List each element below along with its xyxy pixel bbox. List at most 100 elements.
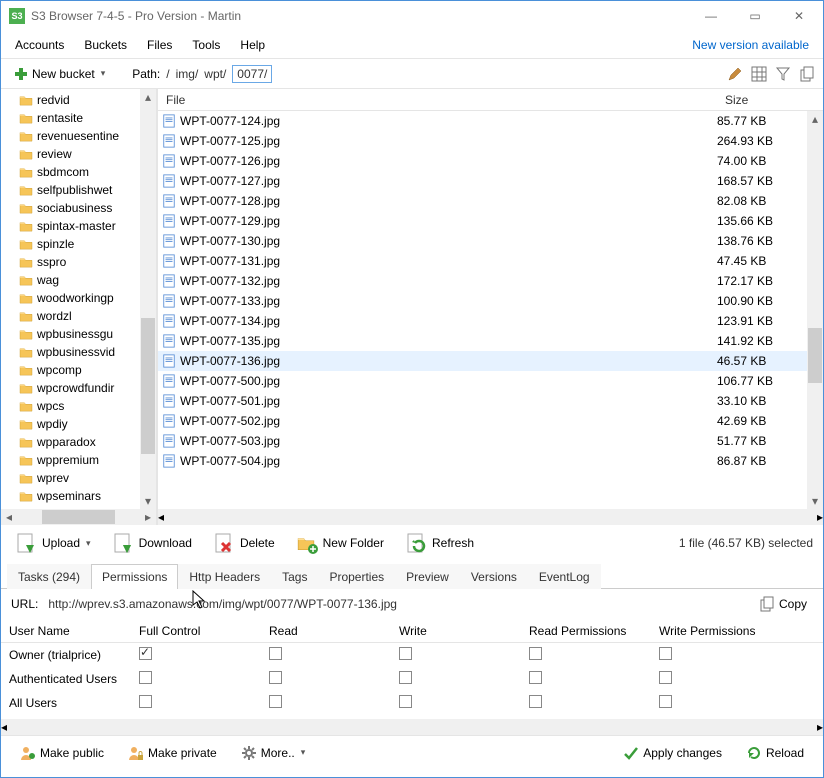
file-row[interactable]: WPT-0077-130.jpg138.76 KB [158,231,807,251]
checkbox[interactable] [529,695,542,708]
checkbox[interactable] [399,647,412,660]
file-row[interactable]: WPT-0077-136.jpg46.57 KB [158,351,807,371]
col-header-write-permissions[interactable]: Write Permissions [651,624,781,638]
col-header-read[interactable]: Read [261,624,391,638]
new-bucket-button[interactable]: New bucket ▾ [7,64,112,84]
file-row[interactable]: WPT-0077-128.jpg82.08 KB [158,191,807,211]
file-row[interactable]: WPT-0077-502.jpg42.69 KB [158,411,807,431]
col-header-write[interactable]: Write [391,624,521,638]
column-header-size[interactable]: Size [717,93,807,107]
file-row[interactable]: WPT-0077-133.jpg100.90 KB [158,291,807,311]
scroll-up-icon[interactable]: ▴ [807,111,823,127]
file-row[interactable]: WPT-0077-501.jpg33.10 KB [158,391,807,411]
permissions-hscrollbar[interactable]: ◂ ▸ [1,719,823,735]
attributes-icon[interactable] [749,64,769,84]
file-row[interactable]: WPT-0077-124.jpg85.77 KB [158,111,807,131]
delete-button[interactable]: Delete [203,528,284,558]
file-rows[interactable]: WPT-0077-124.jpg85.77 KBWPT-0077-125.jpg… [158,111,807,509]
checkbox[interactable] [399,695,412,708]
file-row[interactable]: WPT-0077-504.jpg86.87 KB [158,451,807,471]
path-segment[interactable]: 0077/ [232,65,272,83]
menu-files[interactable]: Files [137,34,182,56]
tab-versions[interactable]: Versions [460,564,528,589]
menu-buckets[interactable]: Buckets [74,34,137,56]
sidebar-item[interactable]: wprev [1,469,140,487]
checkbox[interactable] [659,647,672,660]
sidebar-item[interactable]: woodworkingp [1,289,140,307]
sidebar-item[interactable]: wag [1,271,140,289]
copy-url-button[interactable]: Copy [753,594,813,614]
checkbox[interactable] [659,695,672,708]
menu-help[interactable]: Help [230,34,275,56]
file-row[interactable]: WPT-0077-500.jpg106.77 KB [158,371,807,391]
make-public-button[interactable]: Make public [11,742,113,764]
refresh-button[interactable]: Refresh [395,528,483,558]
checkbox[interactable] [659,671,672,684]
tab-http-headers[interactable]: Http Headers [178,564,271,589]
path-segment[interactable]: wpt/ [204,67,226,81]
file-row[interactable]: WPT-0077-127.jpg168.57 KB [158,171,807,191]
sidebar-item[interactable]: spintax-master [1,217,140,235]
download-button[interactable]: Download [102,528,201,558]
checkbox[interactable] [269,695,282,708]
sidebar-item[interactable]: selfpublishwet [1,181,140,199]
sidebar-item[interactable]: wppremium [1,451,140,469]
sidebar-item[interactable]: wpdiy [1,415,140,433]
sidebar-item[interactable]: review [1,145,140,163]
close-button[interactable]: ✕ [777,2,821,30]
apply-changes-button[interactable]: Apply changes [614,742,731,764]
filelist-vscrollbar[interactable]: ▴ ▾ [807,111,823,509]
col-header-username[interactable]: User Name [1,624,131,638]
filter-icon[interactable] [773,64,793,84]
copy-path-icon[interactable] [797,64,817,84]
sidebar-item[interactable]: sspro [1,253,140,271]
sidebar-item[interactable]: sociabusiness [1,199,140,217]
tab-preview[interactable]: Preview [395,564,460,589]
path-segment[interactable]: / [166,67,169,81]
sidebar-item[interactable]: rentasite [1,109,140,127]
sidebar-item[interactable]: revenuesentine [1,127,140,145]
minimize-button[interactable]: — [689,2,733,30]
tab-properties[interactable]: Properties [318,564,395,589]
sidebar-item[interactable]: wpseminars [1,487,140,505]
scroll-left-icon[interactable]: ◂ [1,720,7,734]
tab-tags[interactable]: Tags [271,564,318,589]
new-version-link[interactable]: New version available [692,38,819,52]
scroll-up-icon[interactable]: ▴ [140,89,156,105]
new-folder-button[interactable]: New Folder [286,528,393,558]
sidebar-item[interactable]: wordzl [1,307,140,325]
menu-tools[interactable]: Tools [182,34,230,56]
tab-eventlog[interactable]: EventLog [528,564,601,589]
column-header-file[interactable]: File [158,93,717,107]
sidebar-vscrollbar[interactable]: ▴ ▾ [140,89,156,509]
sidebar-item[interactable]: redvid [1,91,140,109]
checkbox[interactable] [139,695,152,708]
checkbox[interactable] [399,671,412,684]
file-row[interactable]: WPT-0077-131.jpg47.45 KB [158,251,807,271]
file-row[interactable]: WPT-0077-135.jpg141.92 KB [158,331,807,351]
more-button[interactable]: More.. ▾ [232,742,315,764]
reload-button[interactable]: Reload [737,742,813,764]
file-row[interactable]: WPT-0077-132.jpg172.17 KB [158,271,807,291]
file-row[interactable]: WPT-0077-129.jpg135.66 KB [158,211,807,231]
sidebar-item[interactable]: spinzle [1,235,140,253]
path-segment[interactable]: img/ [176,67,199,81]
col-header-fullcontrol[interactable]: Full Control [131,624,261,638]
checkbox[interactable] [529,647,542,660]
checkbox[interactable] [139,647,152,660]
url-input[interactable] [46,596,745,612]
edit-icon[interactable] [725,64,745,84]
maximize-button[interactable]: ▭ [733,2,777,30]
col-header-read-permissions[interactable]: Read Permissions [521,624,651,638]
filelist-hscrollbar[interactable]: ◂ ▸ [158,509,823,525]
scroll-down-icon[interactable]: ▾ [140,493,156,509]
file-row[interactable]: WPT-0077-126.jpg74.00 KB [158,151,807,171]
file-row[interactable]: WPT-0077-134.jpg123.91 KB [158,311,807,331]
checkbox[interactable] [269,671,282,684]
file-row[interactable]: WPT-0077-125.jpg264.93 KB [158,131,807,151]
sidebar-item[interactable]: wpcrowdfundir [1,379,140,397]
scroll-right-icon[interactable]: ▸ [817,510,823,524]
sidebar-item[interactable]: sbdmcom [1,163,140,181]
scroll-left-icon[interactable]: ◂ [1,509,17,525]
sidebar-item[interactable]: wpbusinessgu [1,325,140,343]
